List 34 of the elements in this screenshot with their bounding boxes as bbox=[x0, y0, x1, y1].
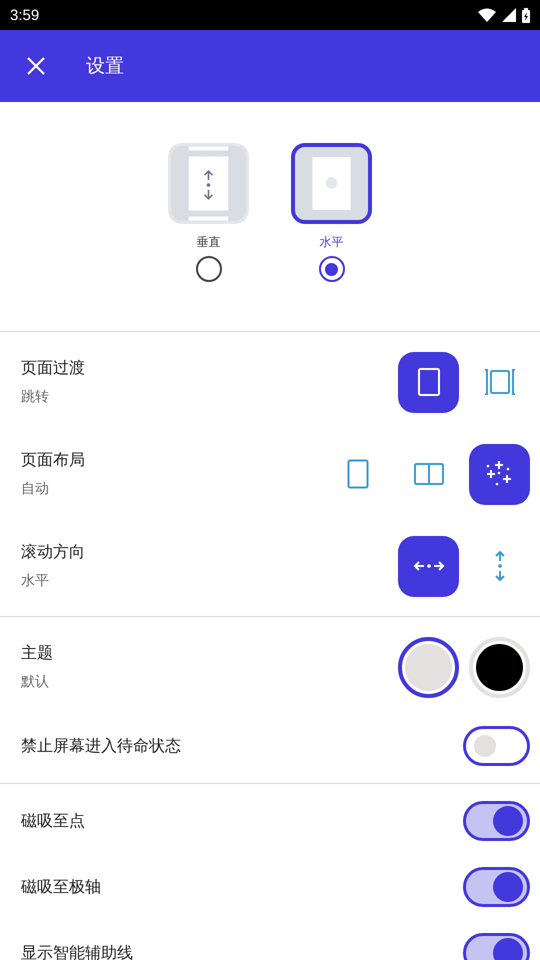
page-icon bbox=[346, 459, 368, 489]
layout-option-card[interactable] bbox=[291, 143, 372, 224]
horizontal-arrows-icon bbox=[412, 560, 444, 572]
screen-title: 设置 bbox=[86, 54, 124, 79]
toggle-switch[interactable] bbox=[463, 801, 530, 841]
setting-title: 禁止屏幕进入待命状态 bbox=[21, 736, 181, 756]
setting-title: 磁吸至极轴 bbox=[21, 876, 101, 898]
radio-button[interactable] bbox=[318, 256, 344, 282]
option-label: 水平 bbox=[320, 234, 344, 251]
vertical-arrows-icon bbox=[494, 550, 506, 582]
setting-title: 页面过渡 bbox=[21, 358, 85, 379]
setting-title: 显示智能辅助线 bbox=[21, 942, 133, 960]
setting-value: 默认 bbox=[21, 673, 50, 691]
radio-button[interactable] bbox=[196, 256, 222, 282]
status-time: 3:59 bbox=[10, 6, 40, 24]
option-label: 垂直 bbox=[196, 234, 220, 251]
setting-value: 跳转 bbox=[21, 388, 50, 406]
setting-value: 自动 bbox=[21, 480, 50, 498]
setting-title: 主题 bbox=[21, 643, 53, 664]
battery-icon bbox=[522, 8, 530, 22]
two-pages-icon bbox=[414, 463, 444, 485]
sparkles-option[interactable] bbox=[469, 444, 530, 504]
setting-value: 水平 bbox=[21, 572, 50, 590]
setting-title: 磁吸至点 bbox=[21, 810, 85, 832]
signal-icon bbox=[502, 8, 516, 22]
toggle-switch[interactable] bbox=[463, 726, 530, 766]
wifi-icon bbox=[478, 8, 496, 22]
toggle-switch[interactable] bbox=[463, 867, 530, 907]
setting-title: 页面布局 bbox=[21, 450, 85, 471]
page-option[interactable] bbox=[398, 352, 459, 412]
setting-title: 滚动方向 bbox=[21, 542, 85, 563]
page-icon bbox=[416, 367, 440, 397]
continuous-pages-icon bbox=[484, 369, 516, 395]
horizontal-arrows-option[interactable] bbox=[398, 536, 459, 596]
